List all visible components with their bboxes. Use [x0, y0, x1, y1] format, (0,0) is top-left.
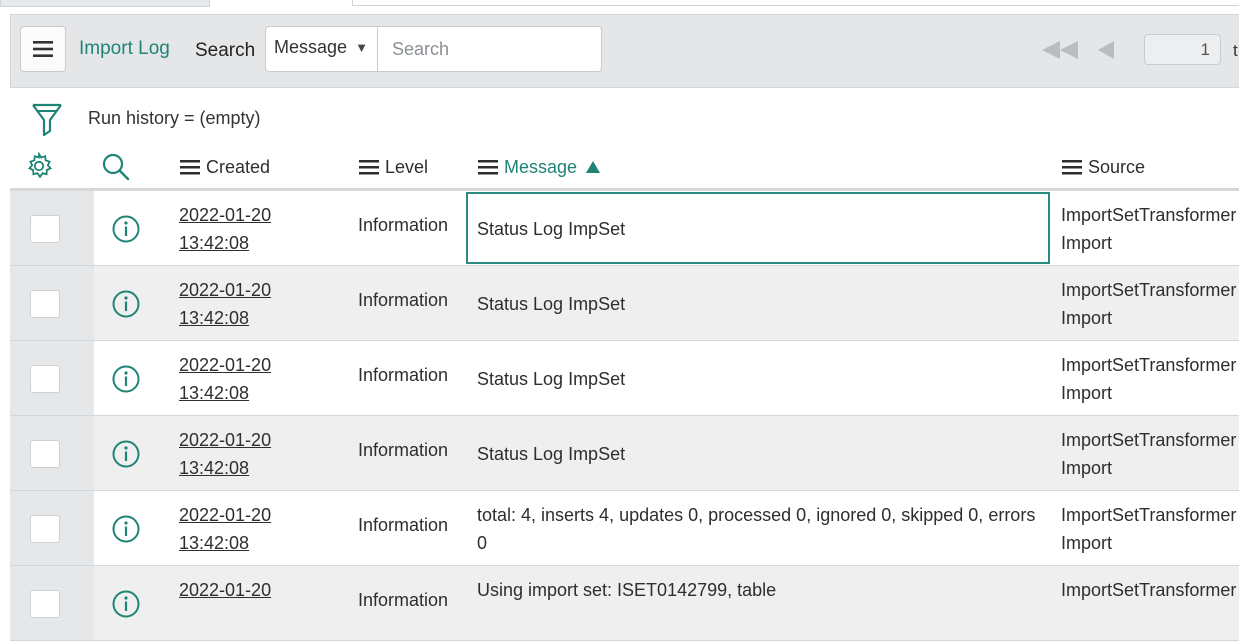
source-cell: ImportSetTransformer Import [1061, 205, 1237, 253]
row-checkbox[interactable] [30, 215, 60, 243]
table-row[interactable]: 2022-01-20 Information Using import set:… [10, 566, 1239, 641]
search-column-icon[interactable] [101, 152, 131, 182]
column-header-created[interactable]: Created [180, 152, 270, 182]
info-icon[interactable] [111, 514, 141, 544]
sort-ascending-icon[interactable] [585, 160, 601, 174]
top-tab-strip [0, 0, 1239, 14]
list-title[interactable]: Import Log [79, 38, 170, 60]
row-checkbox[interactable] [30, 515, 60, 543]
list-menu-button[interactable] [20, 26, 66, 72]
column-label: Level [385, 156, 429, 177]
search-label: Search [195, 40, 256, 61]
column-header-source[interactable]: Source [1062, 152, 1145, 182]
page-total-text: t [1233, 41, 1238, 60]
source-cell: ImportSetTransformer Import [1061, 280, 1237, 328]
filter-icon[interactable] [31, 103, 63, 137]
source-cell: ImportSetTransformer Import [1061, 505, 1237, 553]
table-row[interactable]: 2022-01-20 13:42:08 Information Status Lo… [10, 191, 1239, 266]
previous-page-icon[interactable] [1096, 39, 1116, 61]
source-cell: ImportSetTransformer Import [1061, 430, 1237, 478]
column-menu-icon[interactable] [359, 159, 379, 175]
level-cell: Information [358, 440, 449, 460]
hamburger-icon [33, 41, 53, 57]
filter-breadcrumb[interactable]: Run history = (empty) [88, 108, 261, 129]
column-menu-icon[interactable] [478, 159, 498, 175]
tab-divider-line [352, 5, 1239, 6]
created-link[interactable]: 2022-01-20 13:42:08 [179, 426, 271, 482]
column-menu-icon[interactable] [1062, 159, 1082, 175]
message-cell[interactable]: Status Log ImpSet [477, 290, 1043, 318]
created-link[interactable]: 2022-01-20 13:42:08 [179, 201, 271, 257]
info-icon[interactable] [111, 214, 141, 244]
column-menu-icon[interactable] [180, 159, 200, 175]
created-link[interactable]: 2022-01-20 [179, 576, 271, 604]
search-input[interactable] [377, 26, 602, 72]
search-field-select[interactable]: Message ▼ [265, 26, 378, 72]
row-checkbox[interactable] [30, 290, 60, 318]
page-number-input[interactable] [1144, 34, 1221, 65]
source-cell: ImportSetTransformer Import [1061, 355, 1237, 403]
first-page-icon[interactable] [1040, 39, 1080, 61]
table-row[interactable]: 2022-01-20 13:42:08 Information Status Lo… [10, 266, 1239, 341]
column-header-level[interactable]: Level [359, 152, 428, 182]
message-cell[interactable]: total: 4, inserts 4, updates 0, processe… [477, 501, 1043, 557]
row-checkbox[interactable] [30, 440, 60, 468]
table-row[interactable]: 2022-01-20 13:42:08 Information Status Lo… [10, 341, 1239, 416]
column-label: Created [206, 156, 271, 177]
info-icon[interactable] [111, 289, 141, 319]
search-field-value: Message [274, 37, 348, 57]
level-cell: Information [358, 590, 449, 610]
row-checkbox[interactable] [30, 365, 60, 393]
level-cell: Information [358, 365, 449, 385]
created-link[interactable]: 2022-01-20 13:42:08 [179, 276, 271, 332]
message-cell[interactable]: Using import set: ISET0142799, table [477, 576, 1043, 604]
list-header: Import Log Search Message ▼ t [10, 14, 1239, 88]
table-row[interactable]: 2022-01-20 13:42:08 Information Status Lo… [10, 416, 1239, 491]
table-row[interactable]: 2022-01-20 13:42:08 Information total: 4,… [10, 491, 1239, 566]
message-cell[interactable]: Status Log ImpSet [477, 440, 1043, 468]
caret-down-icon: ▼ [355, 40, 368, 55]
message-cell[interactable]: Status Log ImpSet [477, 365, 1043, 393]
info-icon[interactable] [111, 439, 141, 469]
level-cell: Information [358, 290, 449, 310]
level-cell: Information [358, 215, 449, 235]
level-cell: Information [358, 515, 449, 535]
column-label: Message [504, 156, 578, 177]
row-checkbox[interactable] [30, 590, 60, 618]
column-label: Source [1088, 156, 1146, 177]
gear-icon[interactable] [25, 152, 53, 180]
info-icon[interactable] [111, 364, 141, 394]
active-tab[interactable] [0, 0, 210, 7]
column-header-message[interactable]: Message [478, 152, 601, 182]
created-link[interactable]: 2022-01-20 13:42:08 [179, 501, 271, 557]
source-cell: ImportSetTransformer [1061, 580, 1237, 600]
message-cell[interactable]: Status Log ImpSet [477, 215, 1043, 243]
created-link[interactable]: 2022-01-20 13:42:08 [179, 351, 271, 407]
info-icon[interactable] [111, 589, 141, 619]
